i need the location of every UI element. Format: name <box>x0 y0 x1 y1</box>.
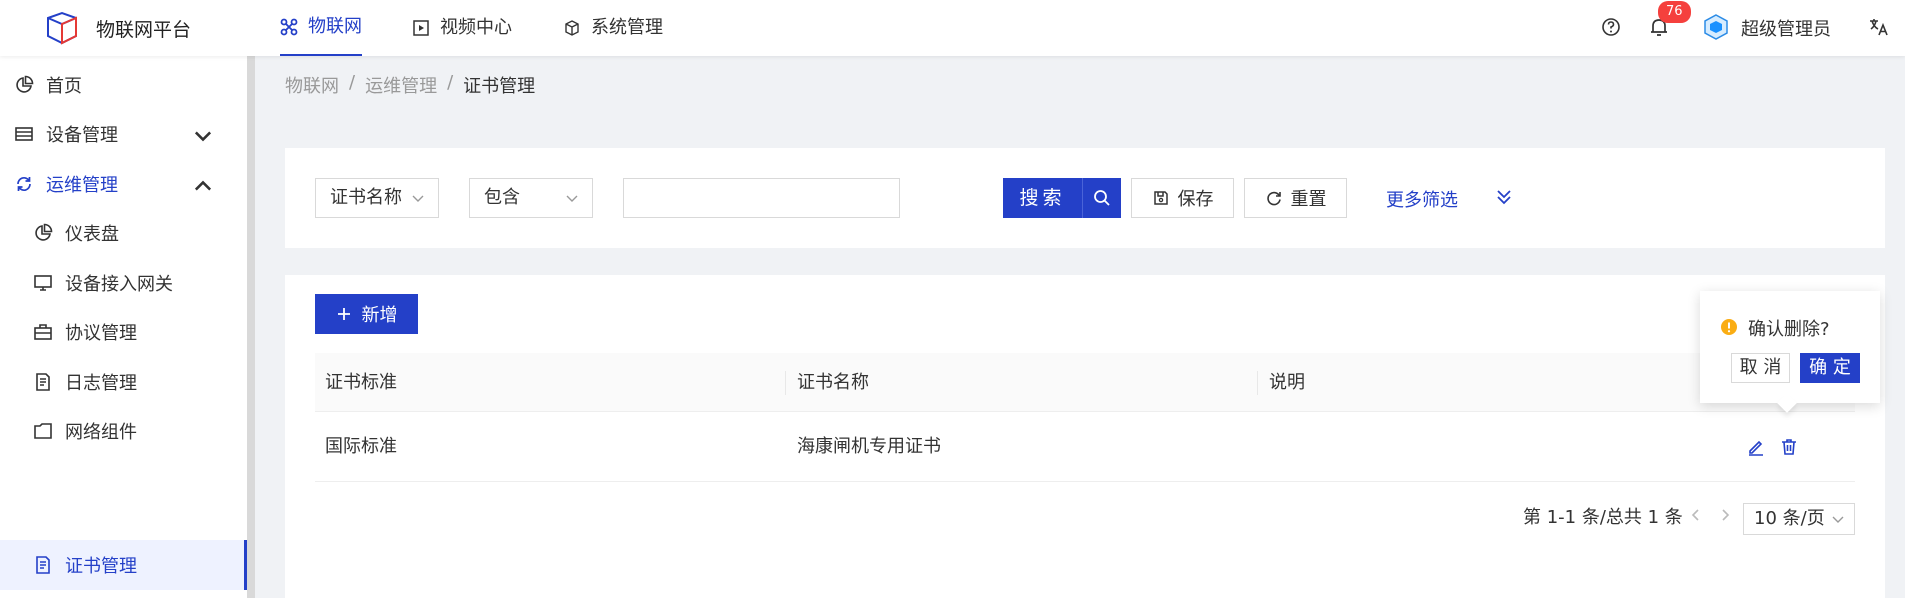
sidebar-item-home[interactable]: 首页 <box>0 60 247 110</box>
chevron-right-icon[interactable] <box>1718 508 1732 522</box>
sidebar-item-network-components[interactable]: 网络组件 <box>0 406 247 456</box>
sidebar-item-device-gateway[interactable]: 设备接入网关 <box>0 258 247 308</box>
cell-name: 海康闸机专用证书 <box>797 436 941 457</box>
nav-tab-label: 视频中心 <box>440 17 512 38</box>
search-button[interactable]: 搜索 <box>1003 178 1082 218</box>
sidebar-item-label: 网络组件 <box>65 422 137 443</box>
search-input[interactable] <box>623 178 900 218</box>
sidebar-item-certificate-management[interactable]: 证书管理 <box>0 540 247 590</box>
sidebar-item-label: 协议管理 <box>65 323 137 344</box>
table-row: 国际标准 海康闸机专用证书 <box>315 412 1855 482</box>
reload-icon <box>1266 191 1281 206</box>
sidebar-item-label: 仪表盘 <box>65 224 119 245</box>
field-select[interactable]: 证书名称 <box>315 178 439 218</box>
play-square-icon <box>413 20 429 36</box>
column-divider <box>1257 371 1258 395</box>
column-header: 说明 <box>1269 372 1305 393</box>
save-button[interactable]: 保存 <box>1131 178 1234 218</box>
confirm-title: 确认删除? <box>1748 319 1830 340</box>
table-header: 证书标准 证书名称 说明 <box>315 353 1855 412</box>
operator-select-value: 包含 <box>484 187 520 208</box>
delete-icon[interactable] <box>1779 437 1799 457</box>
search-icon-button[interactable] <box>1082 178 1121 218</box>
database-icon <box>15 127 33 141</box>
chevron-down-icon <box>412 195 424 202</box>
pie-chart-icon <box>35 223 53 241</box>
chevron-up-icon <box>194 180 212 191</box>
sidebar-item-label: 运维管理 <box>46 175 118 196</box>
sidebar-scrollbar[interactable] <box>247 56 255 598</box>
plus-icon <box>337 308 350 320</box>
search-icon <box>1094 190 1110 206</box>
chevron-down-icon <box>194 131 212 142</box>
edit-icon[interactable] <box>1746 437 1766 457</box>
warning-icon <box>1721 319 1737 335</box>
sidebar-item-ops-management[interactable]: 运维管理 <box>0 159 247 209</box>
sync-icon <box>17 176 31 192</box>
translate-icon[interactable] <box>1867 15 1891 39</box>
filter-panel: 证书名称 包含 搜索 保存 重置 更多筛选 <box>285 148 1885 248</box>
table-panel: 新增 证书标准 证书名称 说明 国际标准 海康闸机专用证书 第 1-1 条/总共… <box>285 275 1885 598</box>
breadcrumb: 物联网 / 运维管理 / 证书管理 <box>285 72 535 98</box>
sidebar-item-log-management[interactable]: 日志管理 <box>0 357 247 407</box>
cell-standard: 国际标准 <box>325 436 397 457</box>
delete-confirm-popover: 确认删除? 取 消 确 定 <box>1700 291 1880 403</box>
breadcrumb-item[interactable]: 物联网 <box>285 72 339 98</box>
sidebar-item-label: 证书管理 <box>65 556 137 577</box>
page-size-value: 10 条/页 <box>1754 508 1825 529</box>
cube-icon <box>565 20 579 36</box>
nav-tab-label: 系统管理 <box>591 17 663 38</box>
nav-tab-system[interactable]: 系统管理 <box>563 0 663 56</box>
chevron-left-icon[interactable] <box>1689 508 1703 522</box>
top-bar: 物联网平台 物联网 视频中心 系统管理 76 超级管理员 <box>0 0 1905 56</box>
sidebar-item-label: 设备接入网关 <box>65 274 173 295</box>
pie-chart-icon <box>16 75 34 93</box>
breadcrumb-current: 证书管理 <box>463 76 536 97</box>
double-chevron-down-icon[interactable] <box>1493 186 1515 208</box>
column-divider <box>785 371 786 395</box>
sidebar: 首页 设备管理 运维管理 仪表盘 设备接入网关 协议管理 日志管理 网络组件 证… <box>0 56 255 598</box>
cancel-button[interactable]: 取 消 <box>1731 353 1790 383</box>
sidebar-item-label: 设备管理 <box>46 125 118 146</box>
help-icon[interactable] <box>1599 15 1623 39</box>
page-size-select[interactable]: 10 条/页 <box>1743 503 1855 535</box>
column-header: 证书标准 <box>325 372 397 393</box>
pagination-summary: 第 1-1 条/总共 1 条 <box>1523 507 1683 528</box>
add-button[interactable]: 新增 <box>315 294 418 334</box>
cluster-icon <box>280 18 298 36</box>
briefcase-icon <box>34 324 52 340</box>
sidebar-item-protocol-management[interactable]: 协议管理 <box>0 307 247 357</box>
notification-badge: 76 <box>1658 1 1691 23</box>
sidebar-item-label: 日志管理 <box>65 373 137 394</box>
add-button-label: 新增 <box>361 305 398 326</box>
reset-button-label: 重置 <box>1290 189 1327 210</box>
save-button-label: 保存 <box>1177 189 1214 210</box>
confirm-button[interactable]: 确 定 <box>1800 353 1860 383</box>
nav-tab-iot[interactable]: 物联网 <box>280 0 362 56</box>
breadcrumb-separator: / <box>349 72 356 93</box>
operator-select[interactable]: 包含 <box>469 178 593 218</box>
reset-button[interactable]: 重置 <box>1244 178 1347 218</box>
file-text-icon <box>36 373 50 391</box>
avatar[interactable] <box>1702 13 1730 41</box>
field-select-value: 证书名称 <box>330 187 402 208</box>
logo-icon <box>47 11 77 45</box>
save-icon <box>1153 191 1168 205</box>
file-text-icon <box>36 556 50 574</box>
nav-tab-video-center[interactable]: 视频中心 <box>412 0 512 56</box>
sidebar-item-label: 首页 <box>46 76 82 97</box>
user-name[interactable]: 超级管理员 <box>1741 15 1831 41</box>
sidebar-item-device-management[interactable]: 设备管理 <box>0 109 247 159</box>
breadcrumb-separator: / <box>447 72 454 93</box>
more-filter-link[interactable]: 更多筛选 <box>1386 186 1458 212</box>
folder-icon <box>34 423 52 439</box>
chevron-down-icon <box>566 195 578 202</box>
column-header: 证书名称 <box>797 372 869 393</box>
nav-tab-label: 物联网 <box>308 16 362 37</box>
breadcrumb-item[interactable]: 运维管理 <box>365 72 437 98</box>
chevron-down-icon <box>1832 516 1844 523</box>
app-title: 物联网平台 <box>96 19 192 41</box>
desktop-icon <box>34 275 52 291</box>
sidebar-item-dashboard[interactable]: 仪表盘 <box>0 208 247 258</box>
